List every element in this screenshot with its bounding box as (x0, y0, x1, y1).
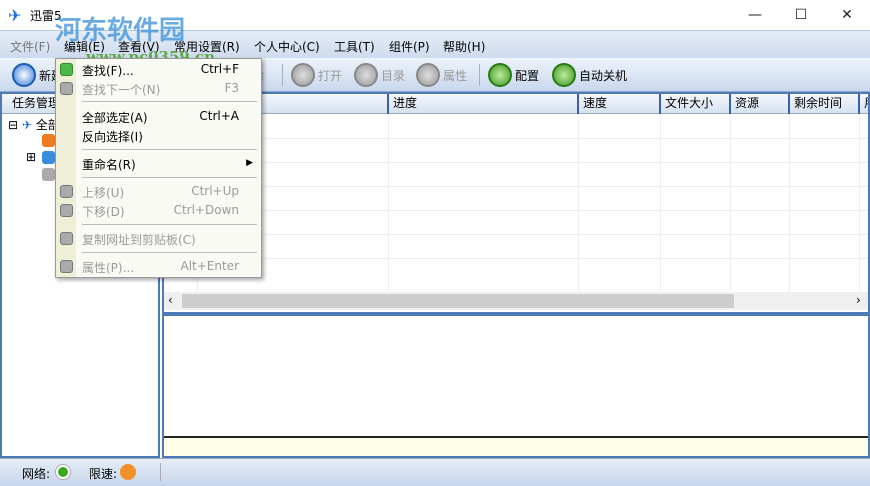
menu-separator (82, 224, 257, 225)
watermark-logo: 河东软件园 (55, 16, 186, 46)
maximize-button[interactable]: ☐ (778, 0, 824, 30)
find-next-icon (60, 82, 73, 95)
edit-menu-dropdown: 查找(F)... Ctrl+F 查找下一个(N) F3 全部选定(A) Ctrl+A … (55, 58, 262, 278)
item-shortcut: Ctrl+Up (191, 184, 239, 198)
open-label: 打开 (318, 68, 343, 83)
config-button[interactable]: 配置 (488, 62, 539, 88)
column-remaining[interactable]: 剩余时间 (788, 94, 842, 114)
toolbar-separator (479, 64, 480, 86)
task-details-panel (162, 314, 870, 458)
monitor-icon (552, 63, 576, 87)
horizontal-scrollbar[interactable]: ‹ › (164, 292, 868, 310)
props-label: 属性 (443, 68, 468, 83)
copy-icon (60, 232, 73, 245)
status-bar: 网络: 限速: (0, 458, 870, 486)
column-progress[interactable]: 进度 (387, 94, 417, 114)
menu-item-select-all[interactable]: 全部选定(A) Ctrl+A (56, 107, 261, 126)
scrollbar-thumb[interactable] (182, 294, 734, 308)
network-label: 网络: (22, 467, 51, 481)
thunder-icon: ✈ (21, 118, 32, 132)
list-header (164, 94, 868, 114)
minimize-button[interactable]: — (732, 0, 778, 30)
directory-button[interactable]: 目录 (354, 62, 405, 88)
item-shortcut: Ctrl+F (200, 62, 239, 76)
item-shortcut: Ctrl+Down (173, 203, 239, 217)
column-extra[interactable]: 用 (858, 94, 868, 114)
menu-help[interactable]: 帮助(H) (443, 38, 485, 55)
item-label: 全部选定(A) (82, 111, 148, 125)
task-list: 进度 速度 文件大小 资源 剩余时间 用 ‹ › (162, 92, 870, 314)
app-logo-icon: ✈ (8, 6, 22, 25)
item-label: 上移(U) (82, 186, 125, 200)
properties-icon (60, 260, 73, 273)
open-button[interactable]: 打开 (291, 62, 342, 88)
menu-item-properties[interactable]: 属性(P)... Alt+Enter (56, 257, 261, 276)
menu-item-invert-selection[interactable]: 反向选择(I) (56, 126, 261, 145)
menu-separator (82, 252, 257, 253)
menu-item-copy-url[interactable]: 复制网址到剪贴板(C) (56, 229, 261, 248)
menu-item-find[interactable]: 查找(F)... Ctrl+F (56, 60, 261, 79)
close-button[interactable]: ✕ (824, 0, 870, 30)
submenu-arrow-icon: ▶ (246, 158, 253, 168)
dir-label: 目录 (381, 68, 406, 83)
item-label: 查找下一个(N) (82, 83, 161, 97)
item-label: 查找(F)... (82, 64, 134, 78)
item-shortcut: F3 (224, 81, 239, 95)
item-shortcut: Ctrl+A (199, 109, 239, 123)
menu-personal[interactable]: 个人中心(C) (254, 38, 320, 55)
menu-item-rename[interactable]: 重命名(R) ▶ (56, 154, 261, 173)
column-sources[interactable]: 资源 (729, 94, 759, 114)
item-shortcut: Alt+Enter (180, 259, 239, 273)
config-label: 配置 (515, 68, 540, 83)
item-label: 复制网址到剪贴板(C) (82, 233, 196, 247)
menu-tools[interactable]: 工具(T) (334, 38, 375, 55)
properties-button[interactable]: 属性 (416, 62, 467, 88)
speed-limit-icon[interactable] (120, 464, 136, 480)
down-arrow-icon (60, 204, 73, 217)
scroll-right-icon[interactable]: › (856, 293, 861, 307)
item-label: 下移(D) (82, 205, 125, 219)
menu-file[interactable]: 文件(F) (10, 38, 50, 55)
shutdown-label: 自动关机 (579, 68, 628, 83)
speed-limit-label: 限速: (89, 467, 118, 481)
completed-icon[interactable] (42, 151, 55, 164)
downloading-icon[interactable] (42, 134, 55, 147)
toolbar-separator (282, 64, 283, 86)
item-label: 反向选择(I) (82, 130, 143, 144)
column-size[interactable]: 文件大小 (659, 94, 713, 114)
menu-separator (82, 177, 257, 178)
play-icon (291, 63, 315, 87)
network-status-icon[interactable] (56, 465, 70, 479)
find-icon (60, 63, 73, 76)
menu-separator (82, 101, 257, 102)
column-speed[interactable]: 速度 (577, 94, 607, 114)
menu-item-move-down[interactable]: 下移(D) Ctrl+Down (56, 201, 261, 220)
menu-item-move-up[interactable]: 上移(U) Ctrl+Up (56, 182, 261, 201)
scroll-left-icon[interactable]: ‹ (168, 293, 173, 307)
status-separator (160, 463, 161, 481)
item-label: 重命名(R) (82, 158, 136, 172)
menu-item-find-next[interactable]: 查找下一个(N) F3 (56, 79, 261, 98)
menu-separator (82, 149, 257, 150)
trash-icon[interactable] (42, 168, 55, 181)
properties-icon (416, 63, 440, 87)
auto-shutdown-button[interactable]: 自动关机 (552, 62, 627, 88)
up-arrow-icon (60, 185, 73, 198)
new-icon (12, 63, 36, 87)
folder-icon (354, 63, 378, 87)
item-label: 属性(P)... (82, 261, 135, 275)
expand-icon[interactable]: ⊞ (26, 150, 36, 164)
info-strip (164, 436, 868, 456)
wrench-icon (488, 63, 512, 87)
menu-plugins[interactable]: 组件(P) (389, 38, 430, 55)
